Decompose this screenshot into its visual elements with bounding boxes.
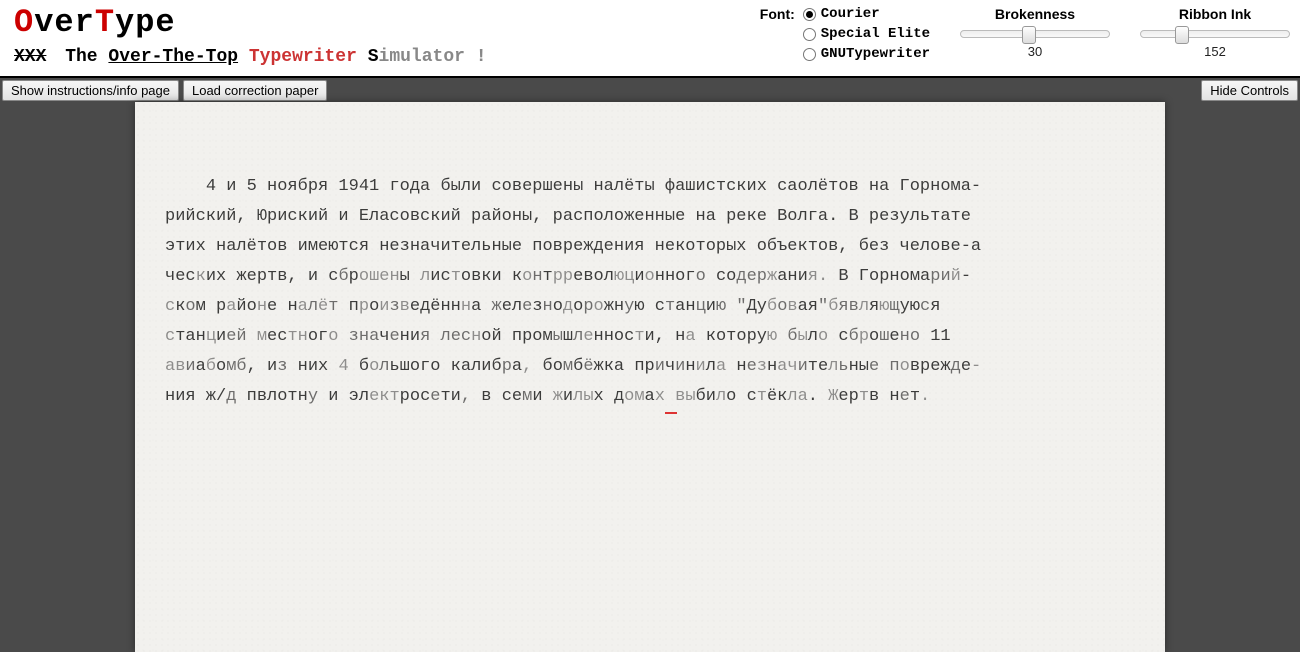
show-instructions-button[interactable]: Show instructions/info page xyxy=(2,80,179,101)
logo-title: OverType xyxy=(14,4,487,41)
sub-xxx: XXX xyxy=(14,47,46,67)
slider-thumb[interactable] xyxy=(1175,26,1189,44)
font-option-special-elite[interactable]: Special Elite xyxy=(803,26,930,42)
typed-text[interactable]: 4 и 5 ноября 1941 года были совершены на… xyxy=(165,172,1135,412)
controls-panel: Font: Courier Special Elite GNUTypewrite… xyxy=(760,4,1290,62)
load-correction-button[interactable]: Load correction paper xyxy=(183,80,327,101)
typed-line: этих налётов имеются незначительные повр… xyxy=(165,232,1135,262)
logo-block: OverType XXX The Over-The-Top Typewriter… xyxy=(14,4,487,67)
typed-line: авиабомб, из них 4 большого калибра, бом… xyxy=(165,352,1135,382)
font-option-label: Courier xyxy=(821,6,880,22)
radio-dot-icon xyxy=(803,8,816,21)
radio-dot-icon xyxy=(803,48,816,61)
sub-the: The xyxy=(54,47,108,67)
ribbon-label: Ribbon Ink xyxy=(1179,6,1251,22)
hide-controls-button[interactable]: Hide Controls xyxy=(1201,80,1298,101)
typed-line: 4 и 5 ноября 1941 года были совершены на… xyxy=(165,172,1135,202)
radio-dot-icon xyxy=(803,28,816,41)
typed-line: ческих жертв, и сброшены листовки контрр… xyxy=(165,262,1135,292)
sub-ott: Over-The-Top xyxy=(108,47,238,67)
sub-sp1 xyxy=(238,47,249,67)
font-label: Font: xyxy=(760,6,795,22)
sub-sp2 xyxy=(357,47,368,67)
ribbon-control: Ribbon Ink 152 xyxy=(1140,6,1290,59)
typed-line: рийский, Юриский и Еласовский районы, ра… xyxy=(165,202,1135,232)
slider-thumb[interactable] xyxy=(1022,26,1036,44)
brokenness-control: Brokenness 30 xyxy=(960,6,1110,59)
font-option-courier[interactable]: Courier xyxy=(803,6,930,22)
logo-o: O xyxy=(14,4,34,41)
brokenness-slider[interactable] xyxy=(960,26,1110,44)
toolbar: Show instructions/info page Load correct… xyxy=(0,78,1300,102)
ribbon-value: 152 xyxy=(1204,44,1226,59)
logo-ype: ype xyxy=(115,4,176,41)
font-control: Font: Courier Special Elite GNUTypewrite… xyxy=(760,6,930,62)
ribbon-slider[interactable] xyxy=(1140,26,1290,44)
typed-line: ния ж/д пвлотну и электросети, в семи жи… xyxy=(165,382,1135,412)
font-option-label: Special Elite xyxy=(821,26,930,42)
sub-typewriter: Typewriter xyxy=(249,47,357,67)
logo-t: T xyxy=(95,4,115,41)
workspace: 4 и 5 ноября 1941 года были совершены на… xyxy=(0,102,1300,652)
paper-sheet[interactable]: 4 и 5 ноября 1941 года были совершены на… xyxy=(135,102,1165,652)
font-options: Courier Special Elite GNUTypewriter xyxy=(803,6,930,62)
brokenness-value: 30 xyxy=(1028,44,1042,59)
text-cursor xyxy=(665,412,677,414)
logo-subtitle: XXX The Over-The-Top Typewriter Simulato… xyxy=(14,47,487,67)
slider-track[interactable] xyxy=(1140,30,1290,38)
sub-sim: Simulator ! xyxy=(368,47,487,67)
logo-ver: ver xyxy=(34,4,95,41)
toolbar-left: Show instructions/info page Load correct… xyxy=(2,78,327,102)
header: OverType XXX The Over-The-Top Typewriter… xyxy=(0,0,1300,78)
slider-track[interactable] xyxy=(960,30,1110,38)
typed-line: ском районе налёт произведённна железнод… xyxy=(165,292,1135,322)
font-option-gnutypewriter[interactable]: GNUTypewriter xyxy=(803,46,930,62)
brokenness-label: Brokenness xyxy=(995,6,1075,22)
font-option-label: GNUTypewriter xyxy=(821,46,930,62)
typed-line: станцией местного значения лесной промыш… xyxy=(165,322,1135,352)
